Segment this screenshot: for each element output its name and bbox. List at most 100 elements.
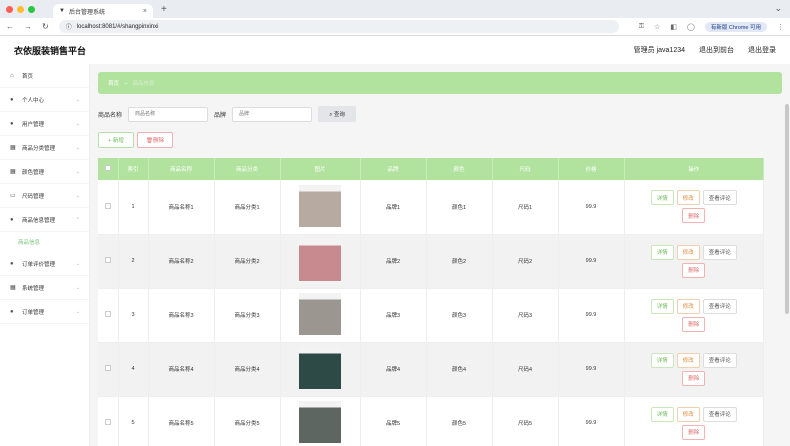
sidebar: ⌂ 首页 ● 个人中心 ⌄ ● 用户管理 ⌄ ▦ 商品分类管理 ⌄ ▦ 颜色管理 ⌄ ▭ 尺码管理 ⌄… <box>0 64 90 446</box>
cell-color: 颜色3 <box>426 288 493 343</box>
edit-button[interactable]: 修改 <box>676 352 700 368</box>
view-reviews-button[interactable]: 查看评论 <box>702 298 737 314</box>
edit-button[interactable]: 修改 <box>676 298 700 314</box>
logout-link[interactable]: 退出登录 <box>748 45 776 55</box>
chevron-down-icon: ⌄ <box>75 168 80 175</box>
detail-button[interactable]: 详情 <box>650 298 674 314</box>
sidebar-item-users[interactable]: ● 用户管理 ⌄ <box>0 112 89 136</box>
sidebar-item-system[interactable]: ▦ 系统管理 ⌄ <box>0 276 89 300</box>
sidebar-item-label: 个人中心 <box>22 97 45 104</box>
cell-size: 尺码5 <box>492 396 559 446</box>
detail-button[interactable]: 详情 <box>650 190 674 206</box>
update-chrome-button[interactable]: 有新版 Chrome 可用 <box>704 21 767 32</box>
sidebar-item-orders[interactable]: ● 订单管理 ⌄ <box>0 300 89 324</box>
sidebar-item-personal[interactable]: ● 个人中心 ⌄ <box>0 88 89 112</box>
cell-image <box>280 288 361 343</box>
close-window-icon[interactable] <box>6 5 13 13</box>
sidebar-item-label: 尺码管理 <box>22 193 45 200</box>
name-search-input[interactable] <box>128 106 209 122</box>
sidebar-item-categories[interactable]: ▦ 商品分类管理 ⌄ <box>0 136 89 160</box>
forward-icon[interactable]: → <box>24 22 32 31</box>
browser-tab[interactable]: ▼ 后台管理系统 × <box>53 4 153 18</box>
delete-row-button[interactable]: 删除 <box>682 316 706 332</box>
bookmark-star-icon[interactable]: ☆ <box>654 23 660 31</box>
row-checkbox[interactable] <box>98 396 119 446</box>
cell-name: 商品名称1 <box>148 180 215 235</box>
tab-close-icon[interactable]: × <box>143 8 147 15</box>
reload-icon[interactable]: ↻ <box>42 22 49 31</box>
product-image[interactable] <box>299 184 341 227</box>
delete-row-button[interactable]: 删除 <box>682 262 706 278</box>
cell-price: 99.9 <box>558 342 625 397</box>
brand-search-input[interactable] <box>232 106 313 122</box>
profile-icon[interactable]: ◯ <box>687 23 695 31</box>
arrow-right-icon: → <box>123 80 129 86</box>
edit-button[interactable]: 修改 <box>676 406 700 422</box>
admin-name: 管理员 java1234 <box>633 47 685 54</box>
sidebar-item-reviews[interactable]: ● 订单评价管理 ⌄ <box>0 252 89 276</box>
cell-index: 1 <box>118 180 149 235</box>
sidebar-item-label: 商品分类管理 <box>22 145 56 152</box>
detail-button[interactable]: 详情 <box>650 352 674 368</box>
minimize-window-icon[interactable] <box>17 5 24 13</box>
col-index[interactable]: 索引 <box>118 158 149 180</box>
sidebar-item-products[interactable]: ● 商品信息管理 ⌃ <box>0 208 89 232</box>
vertical-scrollbar[interactable] <box>785 104 789 314</box>
row-checkbox[interactable] <box>98 288 119 343</box>
row-checkbox[interactable] <box>98 180 119 235</box>
product-image[interactable] <box>299 401 341 443</box>
row-checkbox[interactable] <box>98 234 119 289</box>
maximize-window-icon[interactable] <box>28 5 35 13</box>
sidebar-subitem-product-info[interactable]: 商品信息 <box>0 232 89 252</box>
col-name[interactable]: 商品名称 <box>148 158 215 180</box>
delete-selected-button[interactable]: 🗑删除 <box>137 132 173 148</box>
view-reviews-button[interactable]: 查看评论 <box>702 406 737 422</box>
product-image[interactable] <box>299 239 341 281</box>
extensions-icon[interactable]: ◧ <box>670 23 677 31</box>
name-label: 商品名称 <box>98 112 123 119</box>
delete-row-button[interactable]: 删除 <box>682 208 706 224</box>
col-color[interactable]: 颜色 <box>426 158 493 180</box>
edit-button[interactable]: 修改 <box>676 190 700 206</box>
menu-kebab-icon[interactable]: ⋮ <box>777 23 784 31</box>
sidebar-item-colors[interactable]: ▦ 颜色管理 ⌄ <box>0 160 89 184</box>
sidebar-item-home[interactable]: ⌂ 首页 <box>0 64 89 88</box>
cell-price: 99.9 <box>558 288 625 343</box>
tab-search-icon[interactable]: ⌄ <box>774 3 782 14</box>
cell-operations: 详情 修改 查看评论 删除 <box>624 288 764 343</box>
col-brand[interactable]: 品牌 <box>360 158 427 180</box>
sidebar-item-sizes[interactable]: ▭ 尺码管理 ⌄ <box>0 184 89 208</box>
delete-row-button[interactable]: 删除 <box>682 370 706 386</box>
view-reviews-button[interactable]: 查看评论 <box>702 190 737 206</box>
cell-operations: 详情 修改 查看评论 删除 <box>624 342 764 397</box>
detail-button[interactable]: 详情 <box>650 406 674 422</box>
product-image[interactable] <box>299 347 341 389</box>
user-icon: ● <box>10 308 14 315</box>
chevron-down-icon: ⌄ <box>75 284 80 291</box>
col-size[interactable]: 尺码 <box>492 158 559 180</box>
cell-category: 商品分类3 <box>214 288 281 343</box>
breadcrumb-home[interactable]: 首页 <box>108 79 119 87</box>
product-image[interactable] <box>299 293 341 335</box>
col-operations: 操作 <box>624 158 764 180</box>
add-button[interactable]: + 新增 <box>98 132 134 148</box>
back-icon[interactable]: ← <box>6 22 14 31</box>
detail-button[interactable]: 详情 <box>650 244 674 260</box>
edit-button[interactable]: 修改 <box>676 244 700 260</box>
col-price[interactable]: 价格 <box>558 158 625 180</box>
address-bar[interactable]: ⓘ localhost:8081/#/shangpinxinxi <box>58 20 619 33</box>
sidebar-item-label: 首页 <box>22 73 34 80</box>
select-all-checkbox[interactable] <box>98 158 119 180</box>
key-icon[interactable]: ⚿ <box>639 23 644 31</box>
user-icon: ● <box>10 120 14 127</box>
delete-row-button[interactable]: 删除 <box>682 424 706 440</box>
view-reviews-button[interactable]: 查看评论 <box>702 352 737 368</box>
window-controls[interactable] <box>6 5 35 13</box>
back-to-front-link[interactable]: 退出到前台 <box>699 45 734 55</box>
site-info-icon[interactable]: ⓘ <box>66 22 72 31</box>
col-category[interactable]: 商品分类 <box>214 158 281 180</box>
new-tab-icon[interactable]: + <box>161 4 167 15</box>
view-reviews-button[interactable]: 查看评论 <box>702 244 737 260</box>
row-checkbox[interactable] <box>98 342 119 397</box>
query-button[interactable]: ⌕ 查询 <box>318 106 357 122</box>
